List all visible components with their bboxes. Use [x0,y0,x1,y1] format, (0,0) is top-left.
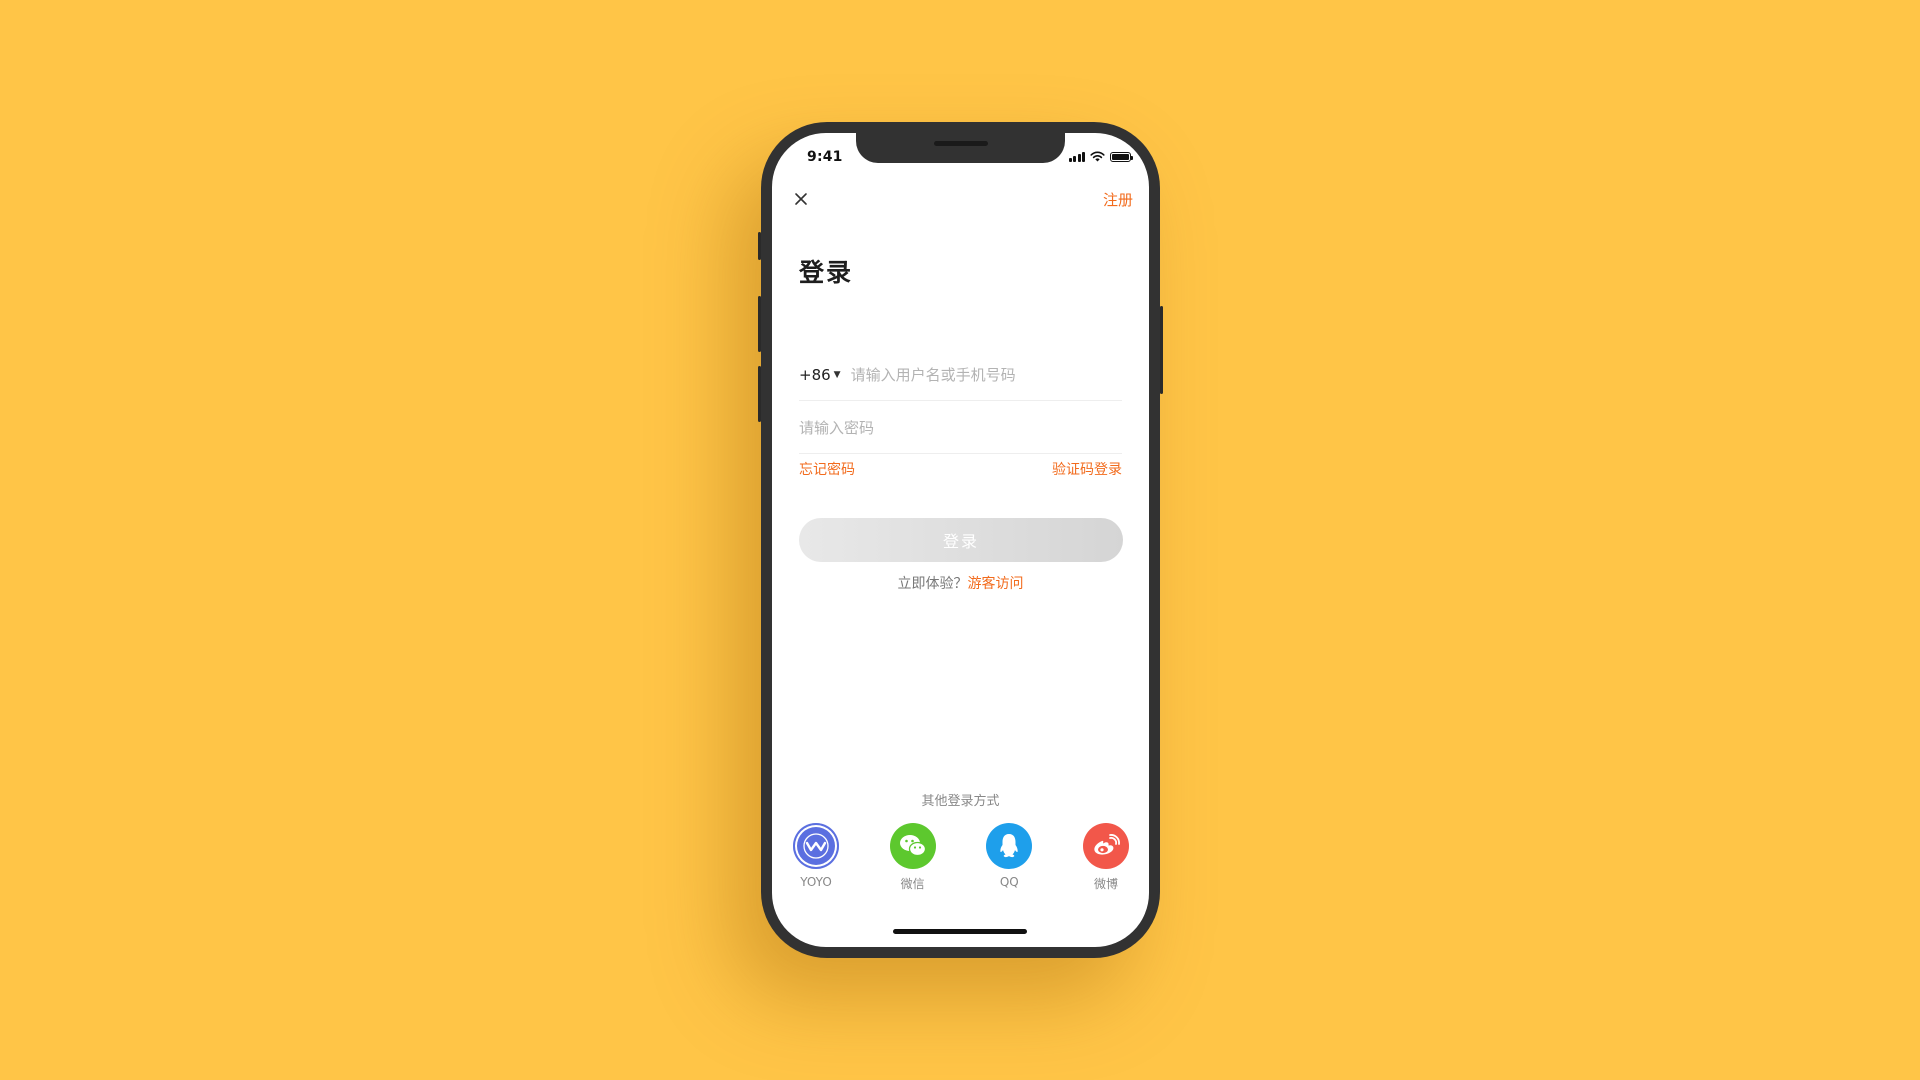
wifi-icon [1090,151,1105,162]
volume-up-button [758,296,761,352]
weibo-label: 微博 [1093,877,1118,891]
power-button [1160,306,1163,394]
guest-prompt: 立即体验？ [897,576,968,592]
volume-down-button [758,366,761,422]
weibo-icon [1082,823,1129,869]
yoyo-login-button[interactable]: YOYO [790,823,842,892]
speaker [934,141,988,146]
qq-label: QQ [999,875,1019,889]
phone-field: +86 ▼ [799,350,1122,401]
username-input[interactable] [850,366,1081,384]
status-time: 9:41 [807,149,843,165]
mute-switch [758,232,761,260]
phone-screen: 9:41 注册 登录 +86 ▼ 请输入用户名或手机号码 忘记密码 验证码登录 … [772,133,1149,947]
guest-access-link[interactable]: 游客访问 [968,576,1024,592]
yoyo-icon [793,823,839,869]
wechat-label: 微信 [900,877,925,891]
phone-frame: 9:41 注册 登录 +86 ▼ 请输入用户名或手机号码 忘记密码 验证码登录 … [758,122,1163,958]
country-code-selector[interactable]: +86 ▼ [799,366,841,384]
weibo-login-button[interactable]: 微博 [1080,823,1132,892]
wechat-icon [889,823,936,869]
close-button[interactable] [790,188,812,210]
login-button[interactable]: 登录 [799,518,1123,562]
other-login-title: 其他登录方式 [921,794,1000,809]
register-link[interactable]: 注册 [1103,189,1133,210]
forgot-password-link[interactable]: 忘记密码 [799,459,855,479]
notch [856,133,1065,163]
password-field [799,403,1122,454]
password-input[interactable] [799,419,1119,437]
country-code: +86 [799,366,831,384]
signal-icon [1068,151,1085,162]
wechat-login-button[interactable]: 微信 [887,823,939,892]
caret-down-icon: ▼ [833,370,841,380]
page-title: 登录 [799,258,854,287]
battery-icon [1110,152,1133,162]
social-login-list: YOYO 微信 QQ 微博 [790,823,1132,892]
yoyo-label: YOYO [800,875,832,889]
close-icon [795,193,807,205]
sms-login-link[interactable]: 验证码登录 [1052,459,1122,479]
guest-access: 立即体验？游客访问 [772,573,1149,593]
qq-login-button[interactable]: QQ [983,823,1035,892]
qq-icon [986,823,1033,869]
home-indicator[interactable] [893,929,1027,934]
status-icons [1068,150,1133,162]
